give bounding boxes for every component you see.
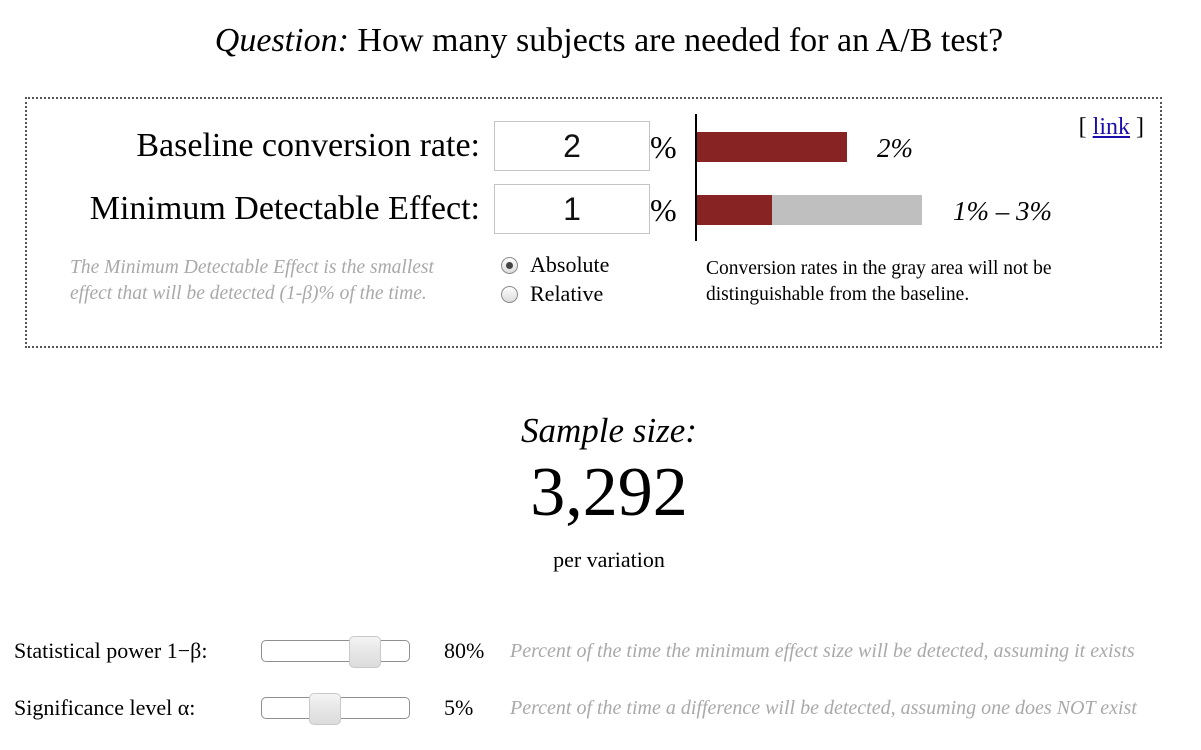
significance-label: Significance level α:	[14, 695, 196, 720]
radio-relative-label: Relative	[530, 281, 604, 306]
baseline-input[interactable]	[494, 121, 650, 171]
gray-area-note: Conversion rates in the gray area will n…	[706, 258, 1052, 305]
radio-absolute-label: Absolute	[530, 252, 610, 277]
radio-relative[interactable]: Relative	[501, 281, 603, 307]
radio-selected-dot	[506, 261, 513, 269]
power-value: 80%	[444, 638, 485, 663]
mde-range-label: 1% – 3%	[953, 196, 1052, 226]
significance-slider-handle[interactable]	[308, 693, 341, 725]
baseline-bar	[697, 132, 847, 162]
permalink[interactable]: link	[1093, 114, 1130, 140]
significance-slider[interactable]	[261, 693, 410, 725]
mde-label: Minimum Detectable Effect:	[89, 190, 480, 227]
baseline-label: Baseline conversion rate:	[136, 127, 480, 164]
power-slider-handle[interactable]	[348, 636, 381, 668]
sample-size-title: Sample size:	[521, 411, 697, 450]
mde-input[interactable]	[494, 184, 650, 234]
radio-absolute[interactable]: Absolute	[501, 252, 609, 278]
radio-relative-button[interactable]	[501, 285, 518, 303]
mde-bar-gray-range	[772, 195, 922, 225]
mde-hint-text: The Minimum Detectable Effect is the sma…	[70, 257, 434, 304]
power-description: Percent of the time the minimum effect s…	[510, 640, 1135, 662]
significance-value: 5%	[444, 695, 474, 720]
sample-size-unit: per variation	[553, 547, 665, 572]
sample-size-value: 3,292	[530, 454, 688, 531]
power-slider[interactable]	[261, 636, 410, 668]
baseline-bar-label: 2%	[877, 133, 913, 163]
link-container: [ link ]	[1078, 114, 1144, 140]
question-text: How many subjects are needed for an A/B …	[357, 22, 1004, 59]
baseline-percent-sign: %	[650, 129, 677, 165]
mde-bar-below-range	[697, 195, 772, 225]
significance-description: Percent of the time a difference will be…	[510, 697, 1137, 719]
input-panel: Baseline conversion rate: % Minimum Dete…	[25, 97, 1162, 348]
mde-percent-sign: %	[650, 192, 677, 228]
power-label: Statistical power 1−β:	[14, 638, 208, 663]
radio-absolute-button[interactable]	[501, 256, 518, 274]
question-heading: Question: How many subjects are needed f…	[0, 20, 1201, 62]
question-label: Question:	[214, 22, 349, 59]
